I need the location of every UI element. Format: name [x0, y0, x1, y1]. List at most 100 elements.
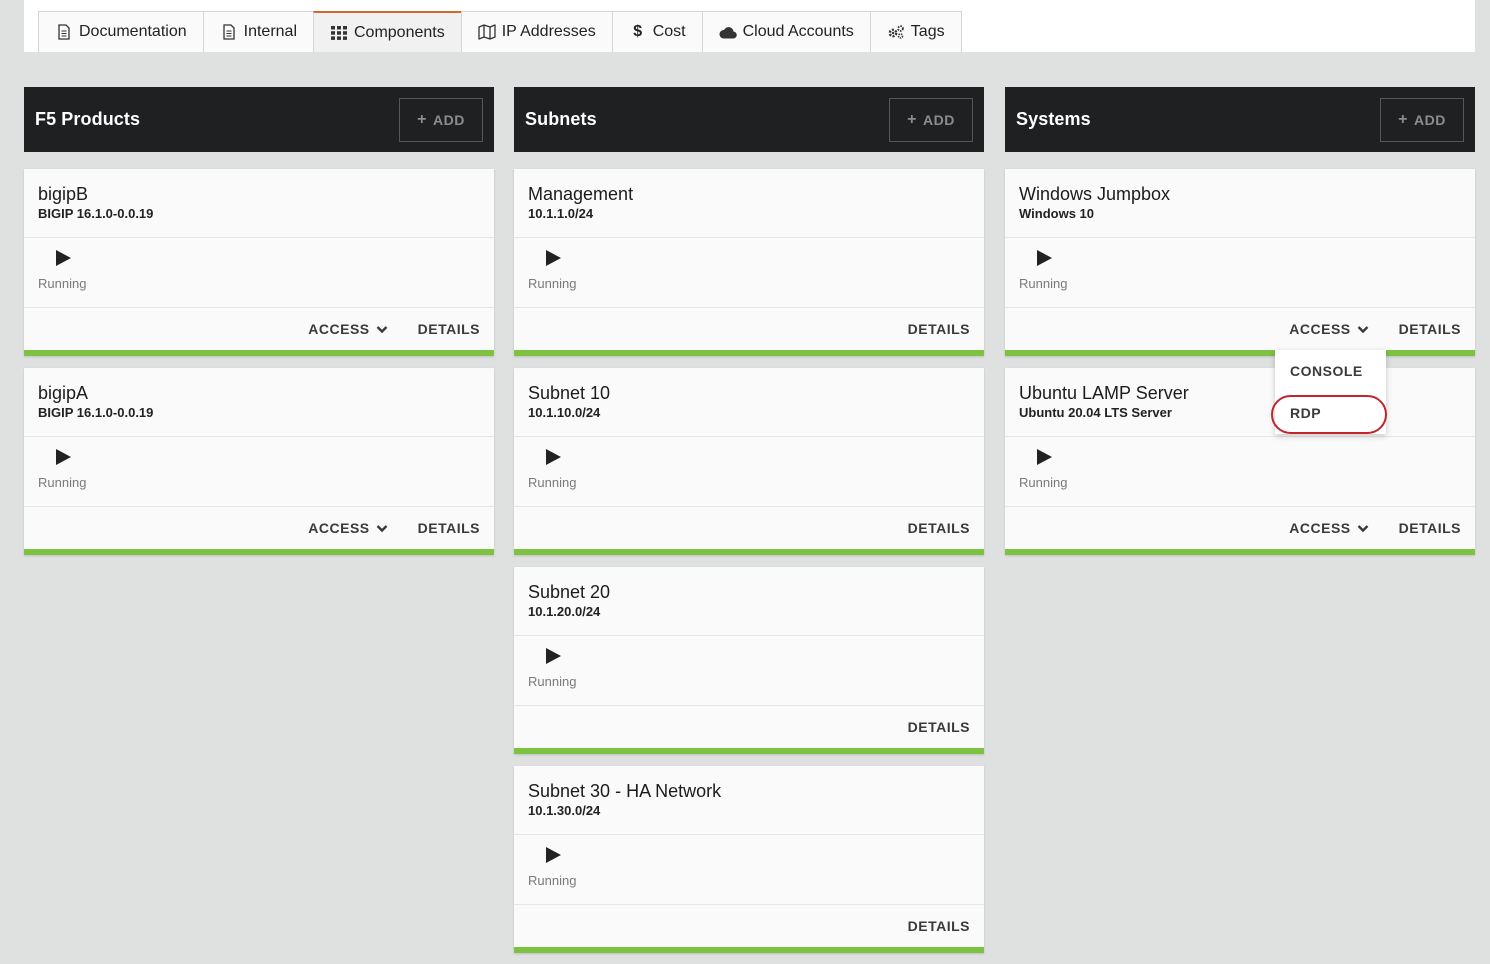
play-icon[interactable]	[54, 448, 72, 466]
tab-tags[interactable]: Tags	[869, 11, 962, 52]
play-icon[interactable]	[544, 448, 562, 466]
card-body: Running	[24, 437, 494, 507]
status-text: Running	[1019, 276, 1068, 291]
chevron-down-icon	[1357, 325, 1369, 334]
column-f5-products: F5 Products + ADD bigipB BIGIP 16.1.0-0.0…	[24, 87, 494, 555]
card-header: bigipB BIGIP 16.1.0-0.0.19	[24, 169, 494, 238]
card-subtitle: 10.1.10.0/24	[528, 405, 601, 420]
add-label: ADD	[923, 111, 955, 128]
tab-ip-addresses[interactable]: IP Addresses	[460, 11, 613, 52]
tab-label: Cloud Accounts	[742, 23, 854, 40]
card-name: bigipB	[38, 184, 89, 204]
access-label: ACCESS	[308, 321, 370, 337]
card-header: Management 10.1.1.0/24	[514, 169, 984, 238]
component-card: bigipB BIGIP 16.1.0-0.0.19 Running ACCES…	[24, 169, 494, 356]
component-card: Subnet 20 10.1.20.0/24 Running DETAILS	[514, 567, 984, 754]
plus-icon: +	[1398, 110, 1408, 128]
tab-label: Components	[354, 23, 445, 41]
status-text: Running	[528, 873, 577, 888]
details-button[interactable]: DETAILS	[418, 321, 480, 337]
card-subtitle: 10.1.30.0/24	[528, 803, 601, 818]
card-header: Windows Jumpbox Windows 10	[1005, 169, 1475, 238]
card-footer: DETAILS	[514, 706, 984, 748]
access-button[interactable]: ACCESS	[1289, 321, 1368, 337]
plus-icon: +	[417, 110, 427, 128]
grid-icon	[330, 24, 348, 42]
card-body: Running	[514, 238, 984, 308]
status-text: Running	[1019, 475, 1068, 490]
add-label: ADD	[433, 111, 465, 128]
card-header: Ubuntu LAMP Server Ubuntu 20.04 LTS Serv…	[1005, 368, 1475, 437]
tab-cost[interactable]: $ Cost	[611, 11, 703, 52]
details-button[interactable]: DETAILS	[1399, 520, 1461, 536]
menu-item-rdp[interactable]: RDP	[1275, 392, 1386, 434]
map-icon	[478, 23, 496, 41]
column-subnets: Subnets + ADD Management 10.1.1.0/24 Runn…	[514, 87, 984, 953]
status-text: Running	[38, 475, 87, 490]
add-subnet-button[interactable]: + ADD	[889, 97, 973, 142]
card-footer: DETAILS	[514, 507, 984, 549]
column-title: F5 Products	[35, 109, 141, 129]
card-footer: ACCESS DETAILS	[24, 507, 494, 549]
add-f5-product-button[interactable]: + ADD	[399, 97, 483, 142]
tab-components[interactable]: Components	[313, 11, 462, 52]
card-body: Running	[514, 437, 984, 507]
column-header: Subnets + ADD	[514, 87, 984, 152]
add-system-button[interactable]: + ADD	[1380, 97, 1464, 142]
play-icon[interactable]	[54, 249, 72, 267]
card-body: Running	[1005, 437, 1475, 507]
status-text: Running	[528, 276, 577, 291]
access-label: ACCESS	[1289, 520, 1351, 536]
details-button[interactable]: DETAILS	[908, 321, 970, 337]
play-icon[interactable]	[544, 846, 562, 864]
play-icon[interactable]	[1035, 448, 1053, 466]
details-button[interactable]: DETAILS	[908, 719, 970, 735]
access-button[interactable]: ACCESS	[308, 520, 387, 536]
tab-internal[interactable]: Internal	[202, 11, 314, 52]
details-button[interactable]: DETAILS	[908, 918, 970, 934]
card-name: Ubuntu LAMP Server	[1019, 383, 1189, 403]
access-label: ACCESS	[1289, 321, 1351, 337]
card-name: Windows Jumpbox	[1019, 184, 1171, 204]
plus-icon: +	[907, 110, 917, 128]
play-icon[interactable]	[544, 647, 562, 665]
tab-documentation[interactable]: Documentation	[38, 11, 204, 52]
play-icon[interactable]	[544, 249, 562, 267]
column-systems: Systems + ADD Windows Jumpbox Windows 10 …	[1005, 87, 1475, 555]
card-footer: ACCESS DETAILS	[1005, 308, 1475, 350]
tab-cloud-accounts[interactable]: Cloud Accounts	[701, 11, 871, 52]
gears-icon	[887, 23, 905, 41]
tab-label: Documentation	[79, 23, 187, 40]
card-subtitle: Ubuntu 20.04 LTS Server	[1019, 405, 1172, 420]
access-label: ACCESS	[308, 520, 370, 536]
play-icon[interactable]	[1035, 249, 1053, 267]
card-footer: ACCESS DETAILS	[24, 308, 494, 350]
details-button[interactable]: DETAILS	[1399, 321, 1461, 337]
status-text: Running	[528, 674, 577, 689]
component-card: Subnet 30 - HA Network 10.1.30.0/24 Runn…	[514, 766, 984, 953]
column-header: F5 Products + ADD	[24, 87, 494, 152]
chevron-down-icon	[376, 524, 388, 533]
access-button[interactable]: ACCESS	[308, 321, 387, 337]
card-footer: DETAILS	[514, 905, 984, 947]
chevron-down-icon	[1357, 524, 1369, 533]
tab-label: Tags	[910, 23, 945, 40]
component-card: Ubuntu LAMP Server Ubuntu 20.04 LTS Serv…	[1005, 368, 1475, 555]
component-card: Management 10.1.1.0/24 Running DETAILS	[514, 169, 984, 356]
column-title: Systems	[1016, 109, 1091, 129]
menu-item-console[interactable]: CONSOLE	[1275, 350, 1386, 392]
card-header: Subnet 30 - HA Network 10.1.30.0/24	[514, 766, 984, 835]
card-subtitle: BIGIP 16.1.0-0.0.19	[38, 405, 154, 420]
card-name: Management	[528, 184, 634, 204]
details-button[interactable]: DETAILS	[418, 520, 480, 536]
component-card: Subnet 10 10.1.10.0/24 Running DETAILS	[514, 368, 984, 555]
card-name: Subnet 30 - HA Network	[528, 781, 722, 801]
card-body: Running	[24, 238, 494, 308]
details-button[interactable]: DETAILS	[908, 520, 970, 536]
card-footer: DETAILS	[514, 308, 984, 350]
access-button[interactable]: ACCESS	[1289, 520, 1368, 536]
card-body: Running	[514, 636, 984, 706]
add-label: ADD	[1414, 111, 1446, 128]
cloud-icon	[719, 23, 737, 41]
card-header: Subnet 20 10.1.20.0/24	[514, 567, 984, 636]
